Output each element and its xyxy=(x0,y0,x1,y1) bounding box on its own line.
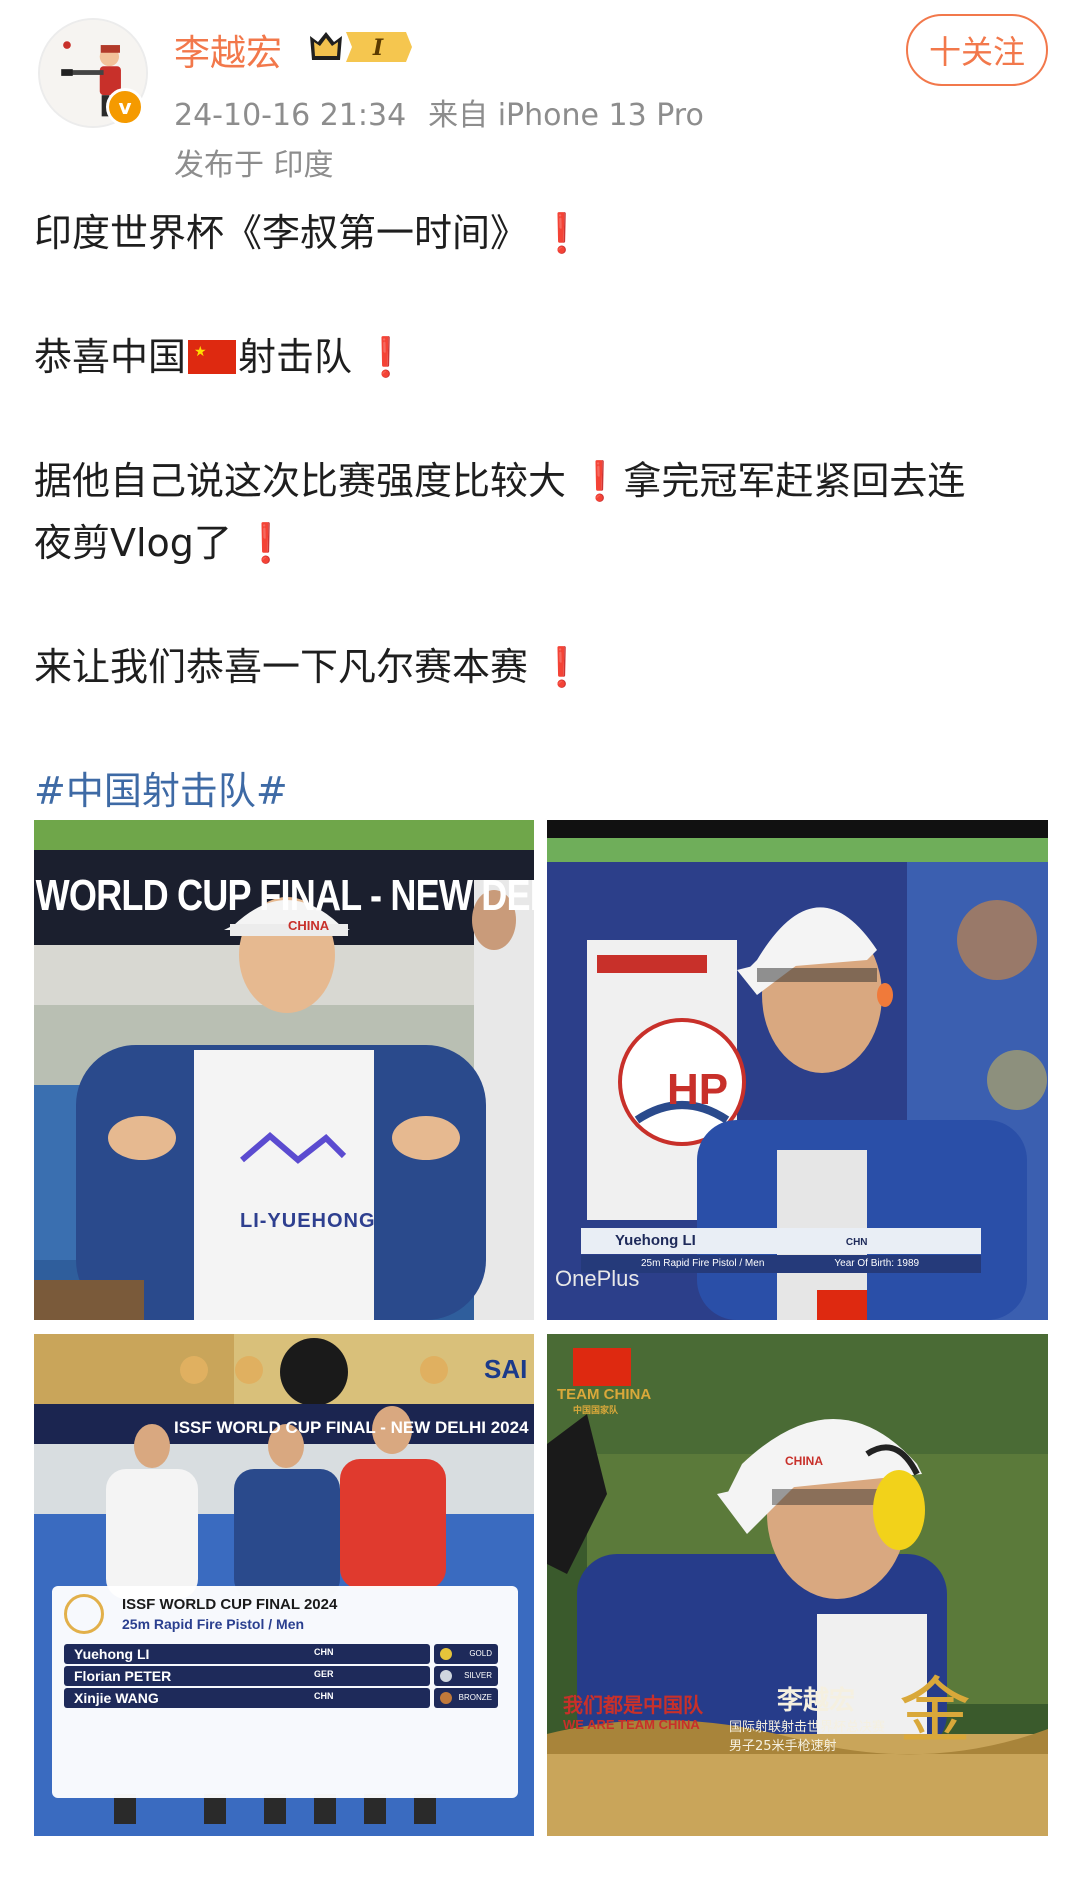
gold-medal-icon xyxy=(440,1648,452,1660)
photo-1-banner: WORLD CUP FINAL - NEW DELHI xyxy=(35,871,534,920)
post-text: 印度世界杯《李叔第一时间》 ❗ 恭喜中国 ★ 射击队 ❗ 据他自己说这次比赛强度比较大 ❗… xyxy=(34,202,1034,698)
timestamp: 24-10-16 21:34 xyxy=(174,98,407,133)
issf-logo-icon xyxy=(64,1594,104,1634)
photo-2-nameplate: Yuehong LI CHN xyxy=(581,1228,981,1254)
results-nation-2: GER xyxy=(314,1669,334,1679)
exclamation-icon: ❗ xyxy=(241,521,290,565)
post-line: 夜剪Vlog了 ❗ xyxy=(34,521,290,565)
photo-grid: WORLD CUP FINAL - NEW DELHI CHINA LI-YUE… xyxy=(34,820,1048,1836)
exclamation-icon: ❗ xyxy=(576,459,624,503)
exclamation-icon: ❗ xyxy=(538,645,586,689)
photo-4-team: TEAM CHINA 中国国家队 xyxy=(557,1386,652,1416)
photo-thumbnail-1[interactable]: WORLD CUP FINAL - NEW DELHI CHINA LI-YUE… xyxy=(34,820,534,1320)
photo-thumbnail-3[interactable]: SAI ISSF WORLD CUP FINAL - NEW DELHI 202… xyxy=(34,1334,534,1836)
photo-4-cap-text: CHINA xyxy=(785,1454,823,1468)
vip-crown-badge: I xyxy=(310,32,412,62)
verified-badge: v xyxy=(106,88,144,126)
results-nation-3: CHN xyxy=(314,1691,334,1701)
photo-2-sign-text: HP xyxy=(667,1065,729,1114)
post-line: 恭喜中国 ★ 射击队 ❗ xyxy=(34,335,410,379)
post-header: v 李越宏 I 24-10-16 21:34 来自 iPhone 13 Pro 发… xyxy=(0,0,1080,200)
photo-4-subtitle: 国际射联射击世界杯总决赛 男子25米手枪速射 xyxy=(729,1720,886,1754)
photo-3-backdrop: ISSF WORLD CUP FINAL - NEW DELHI 2024 xyxy=(174,1418,529,1437)
follow-button[interactable]: 十关注 xyxy=(906,14,1048,86)
bronze-medal-icon xyxy=(440,1692,452,1704)
results-row-1: Yuehong LI xyxy=(64,1644,430,1664)
results-row-3: Xinjie WANG xyxy=(64,1688,430,1708)
photo-4-gold-character: 金 xyxy=(899,1669,972,1753)
photo-thumbnail-2[interactable]: HP Yuehong LI CHN 25m Rapid Fire Pistol /… xyxy=(547,820,1048,1320)
post-line: 据他自己说这次比赛强度比较大 ❗拿完冠军赶紧回去连 xyxy=(34,459,966,503)
china-flag-icon: ★ xyxy=(188,340,237,374)
post-line: 印度世界杯《李叔第一时间》 ❗ xyxy=(34,211,586,255)
photo-4-athlete-name: 李越宏 xyxy=(777,1686,856,1716)
photo-1-cap-text: CHINA xyxy=(288,918,330,933)
photo-3-sign: SAI xyxy=(484,1354,528,1384)
post-line: 来让我们恭喜一下凡尔赛本赛 ❗ xyxy=(34,645,586,689)
results-title: ISSF WORLD CUP FINAL 2024 xyxy=(122,1596,338,1613)
photo-4-slogan-cn: 我们都是中国队 xyxy=(563,1693,703,1717)
results-row-2: Florian PETER xyxy=(64,1666,430,1686)
username[interactable]: 李越宏 xyxy=(174,24,282,76)
silver-medal-icon xyxy=(440,1670,452,1682)
photo-2-caption: 25m Rapid Fire Pistol / Men Year Of Birth… xyxy=(581,1255,981,1273)
badge-level: I xyxy=(372,35,384,61)
photo-4-slogan-en: WE ARE TEAM CHINA xyxy=(563,1717,700,1732)
results-event: 25m Rapid Fire Pistol / Men xyxy=(122,1616,305,1632)
photo-thumbnail-4[interactable]: TEAM CHINA 中国国家队 CHINA 我们都是中国队 WE ARE TEA… xyxy=(547,1334,1048,1836)
exclamation-icon: ❗ xyxy=(362,335,410,379)
results-nation-1: CHN xyxy=(314,1647,334,1657)
photo-1-shirt-text: LI-YUEHONG xyxy=(240,1210,376,1232)
post-meta: 24-10-16 21:34 来自 iPhone 13 Pro xyxy=(174,90,704,134)
post-source: 来自 iPhone 13 Pro xyxy=(428,98,704,133)
hashtag-link[interactable]: #中国射击队# xyxy=(34,760,288,815)
exclamation-icon: ❗ xyxy=(538,211,586,255)
photo-2-tv-brand: OnePlus xyxy=(555,1266,640,1291)
post-location: 发布于 印度 xyxy=(174,148,334,183)
